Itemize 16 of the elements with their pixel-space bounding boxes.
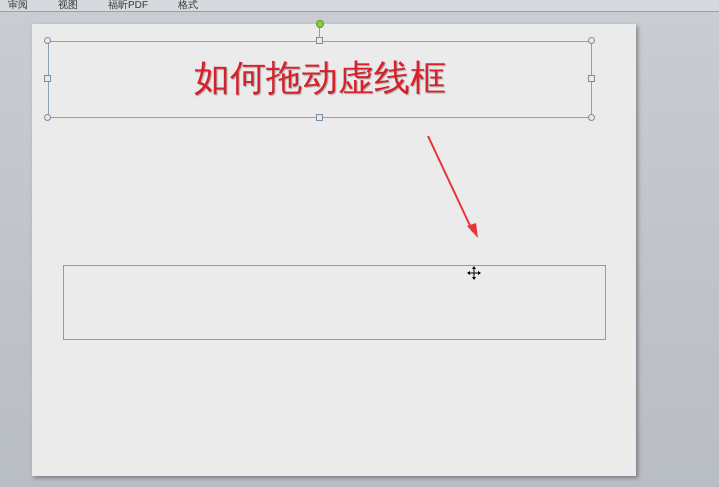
- rotation-handle[interactable]: [316, 20, 324, 38]
- ribbon-tab[interactable]: 视图: [58, 0, 78, 11]
- resize-handle[interactable]: [588, 37, 595, 44]
- resize-handle[interactable]: [44, 75, 51, 82]
- ribbon-tab[interactable]: 福昕PDF: [108, 0, 148, 11]
- resize-handle[interactable]: [44, 37, 51, 44]
- text-box[interactable]: [63, 265, 606, 340]
- resize-handle[interactable]: [316, 114, 323, 121]
- ribbon-tab[interactable]: 格式: [178, 0, 198, 11]
- title-placeholder[interactable]: 如何拖动虚线框: [48, 41, 592, 118]
- move-cursor-icon: [467, 266, 481, 280]
- resize-handle[interactable]: [316, 37, 323, 44]
- slide-title: 如何拖动虚线框: [193, 58, 447, 100]
- resize-handle[interactable]: [588, 114, 595, 121]
- resize-handle[interactable]: [588, 75, 595, 82]
- resize-handle[interactable]: [44, 114, 51, 121]
